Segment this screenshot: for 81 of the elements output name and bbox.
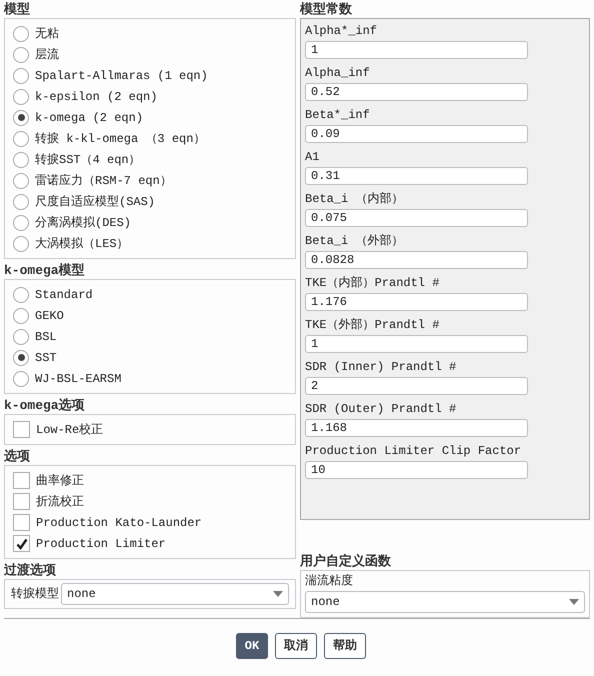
dropdown-caret-icon	[273, 591, 283, 597]
number-field[interactable]: 0.52	[305, 83, 528, 101]
section-title: 模型	[4, 2, 31, 18]
section-title: 过渡选项	[4, 563, 57, 579]
number-field[interactable]: 10	[305, 461, 528, 479]
dialog-button[interactable]: OK	[236, 633, 268, 659]
radio-label: 转捩 k-kl-omega （3 eqn）	[35, 130, 206, 148]
checkbox-label: Production Limiter	[36, 536, 166, 552]
dropdown[interactable]: none	[61, 583, 289, 605]
radio-label: 雷诺应力（RSM-7 eqn）	[35, 172, 172, 190]
radio-label: 无粘	[35, 26, 59, 42]
section-title: 用户自定义函数	[300, 554, 392, 570]
field-label: TKE（外部）Prandtl #	[305, 317, 440, 334]
dialog-button[interactable]: 取消	[275, 633, 318, 659]
radio-button[interactable]	[13, 370, 29, 386]
number-field[interactable]: 0.31	[305, 167, 528, 185]
dropdown[interactable]: none	[305, 591, 585, 613]
radio-button[interactable]	[13, 110, 29, 126]
radio-label: k-omega (2 eqn)	[35, 110, 144, 126]
number-field[interactable]: 1	[305, 41, 528, 59]
field-label: A1	[305, 149, 320, 166]
radio-button[interactable]	[13, 130, 29, 146]
number-field[interactable]: 1.168	[305, 419, 528, 437]
radio-button[interactable]	[13, 26, 29, 42]
radio-button[interactable]	[13, 172, 29, 188]
field-label: Beta_i （内部）	[305, 191, 404, 208]
number-field[interactable]: 0.09	[305, 125, 528, 143]
field-label: SDR (Inner) Prandtl #	[305, 359, 458, 376]
field-label: Alpha*_inf	[305, 23, 378, 40]
checkbox-label: Low-Re校正	[36, 422, 104, 438]
radio-button[interactable]	[13, 152, 29, 168]
radio-label: Spalart-Allmaras (1 eqn)	[35, 68, 208, 84]
radio-button[interactable]	[13, 350, 29, 366]
radio-button[interactable]	[13, 214, 29, 230]
section-title: 模型常数	[300, 2, 353, 18]
radio-button[interactable]	[13, 46, 29, 62]
radio-button[interactable]	[13, 286, 29, 302]
radio-label: k-epsilon (2 eqn)	[35, 88, 158, 106]
radio-button[interactable]	[13, 194, 29, 210]
check-icon	[16, 538, 28, 550]
section-title: k-omega选项	[4, 398, 86, 414]
checkbox-label: Production Kato-Launder	[36, 514, 202, 532]
field-label: Production Limiter Clip Factor	[305, 443, 522, 460]
number-field[interactable]: 1.176	[305, 293, 528, 311]
radio-label: Standard	[35, 286, 93, 304]
radio-label: WJ-BSL-EARSM	[35, 370, 122, 388]
radio-button[interactable]	[13, 236, 29, 252]
field-label: Beta_i （外部）	[305, 233, 404, 250]
checkbox[interactable]	[13, 472, 30, 489]
radio-button[interactable]	[13, 88, 29, 104]
dialog-button[interactable]: 帮助	[324, 633, 366, 659]
radio-label: 大涡模拟（LES）	[35, 236, 129, 252]
checkbox-label: 曲率修正	[36, 472, 84, 490]
field-label: Beta*_inf	[305, 107, 371, 124]
field-label: Alpha_inf	[305, 65, 371, 82]
checkbox-label: 折流校正	[36, 494, 84, 510]
checkbox[interactable]	[13, 421, 30, 438]
field-label: 转捩模型	[11, 586, 59, 603]
checkbox[interactable]	[13, 493, 30, 510]
dropdown-caret-icon	[569, 599, 579, 605]
radio-label: 层流	[35, 46, 59, 64]
radio-label: GEKO	[35, 308, 64, 324]
checkbox[interactable]	[13, 514, 30, 531]
number-field[interactable]: 1	[305, 335, 528, 353]
radio-label: BSL	[35, 328, 57, 346]
radio-label: 尺度自适应模型(SAS)	[35, 194, 156, 210]
radio-label: 分离涡模拟(DES)	[35, 214, 132, 232]
number-field[interactable]: 0.0828	[305, 251, 528, 269]
radio-button[interactable]	[13, 68, 29, 84]
radio-label: SST	[35, 350, 57, 366]
section-title: 选项	[4, 449, 31, 465]
field-label: TKE（内部）Prandtl #	[305, 275, 440, 292]
number-field[interactable]: 2	[305, 377, 528, 395]
radio-label: 转捩SST（4 eqn）	[35, 152, 141, 168]
field-label: 湍流粘度	[305, 573, 354, 590]
radio-button[interactable]	[13, 308, 29, 324]
checkbox[interactable]	[13, 535, 30, 552]
section-title: k-omega模型	[4, 263, 86, 279]
field-label: SDR (Outer) Prandtl #	[305, 401, 458, 418]
radio-button[interactable]	[13, 328, 29, 344]
number-field[interactable]: 0.075	[305, 209, 528, 227]
